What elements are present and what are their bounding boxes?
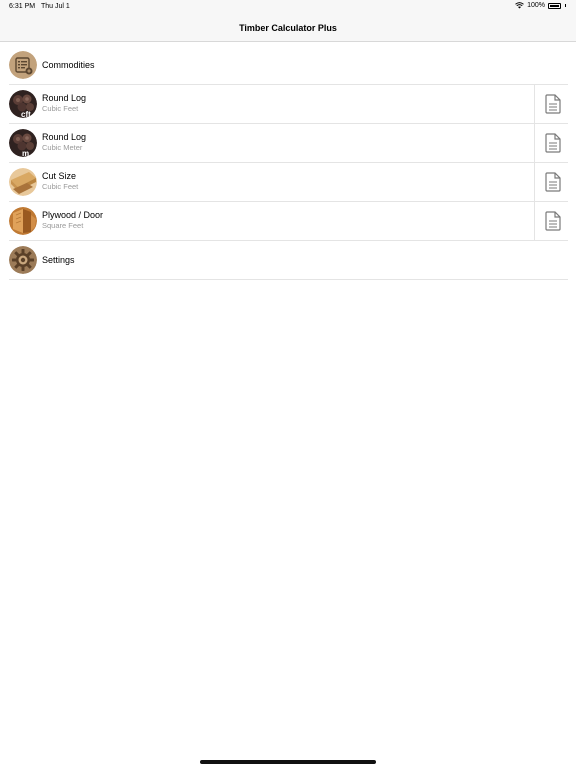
item-title: Cut Size [42,171,77,181]
cbm-glyph: m [22,149,29,157]
battery-level-fill [550,4,559,7]
status-indicators: 100% [515,2,566,9]
document-button[interactable] [542,93,564,115]
status-date: Thu Jul 1 [41,3,70,10]
status-bar: 6:31 PM Thu Jul 1 100% [0,0,576,14]
document-button[interactable] [542,210,564,232]
item-subtitle: Square Feet [42,221,84,230]
item-subtitle: Cubic Meter [42,143,83,152]
document-button[interactable] [542,171,564,193]
cut-size-icon [9,168,37,196]
item-title: Round Log [42,132,87,142]
document-icon [545,94,561,114]
row-divider [534,85,535,123]
page-title: Timber Calculator Plus [239,22,337,33]
item-title: Commodities [42,60,95,70]
row-divider [534,163,535,201]
commodities-icon [9,51,37,79]
app-screen: 6:31 PM Thu Jul 1 100% Timber Calculator… [0,0,576,768]
item-title: Plywood / Door [42,210,104,220]
document-icon [545,133,561,153]
list-item-commodities[interactable]: Commodities [9,46,568,85]
round-log-cbm-icon: m [9,129,37,157]
list-item-round-log-cubic-feet[interactable]: cft Round Log Cubic Feet [9,85,568,124]
row-divider [534,202,535,240]
battery-tip [565,4,566,7]
list-item-plywood-door[interactable]: Plywood / Door Square Feet [9,202,568,241]
battery-percent: 100% [527,2,545,9]
item-subtitle: Cubic Feet [42,182,79,191]
wifi-icon [515,2,524,9]
home-indicator[interactable] [200,760,376,764]
cft-glyph: cft [21,110,31,118]
battery-icon [548,2,561,9]
settings-gear-icon [9,246,37,274]
item-title: Round Log [42,93,87,103]
item-subtitle: Cubic Feet [42,104,79,113]
list-item-cut-size[interactable]: Cut Size Cubic Feet [9,163,568,202]
navigation-bar: Timber Calculator Plus [0,14,576,42]
item-title: Settings [42,255,75,265]
round-log-cft-icon: cft [9,90,37,118]
list-item-settings[interactable]: Settings [9,241,568,280]
status-time: 6:31 PM [9,3,36,10]
menu-list: Commodities cft Round Log Cubic Feet m R… [0,46,576,280]
row-divider [534,124,535,162]
plywood-icon [9,207,37,235]
document-button[interactable] [542,132,564,154]
list-item-round-log-cubic-meter[interactable]: m Round Log Cubic Meter [9,124,568,163]
document-icon [545,172,561,192]
document-icon [545,211,561,231]
